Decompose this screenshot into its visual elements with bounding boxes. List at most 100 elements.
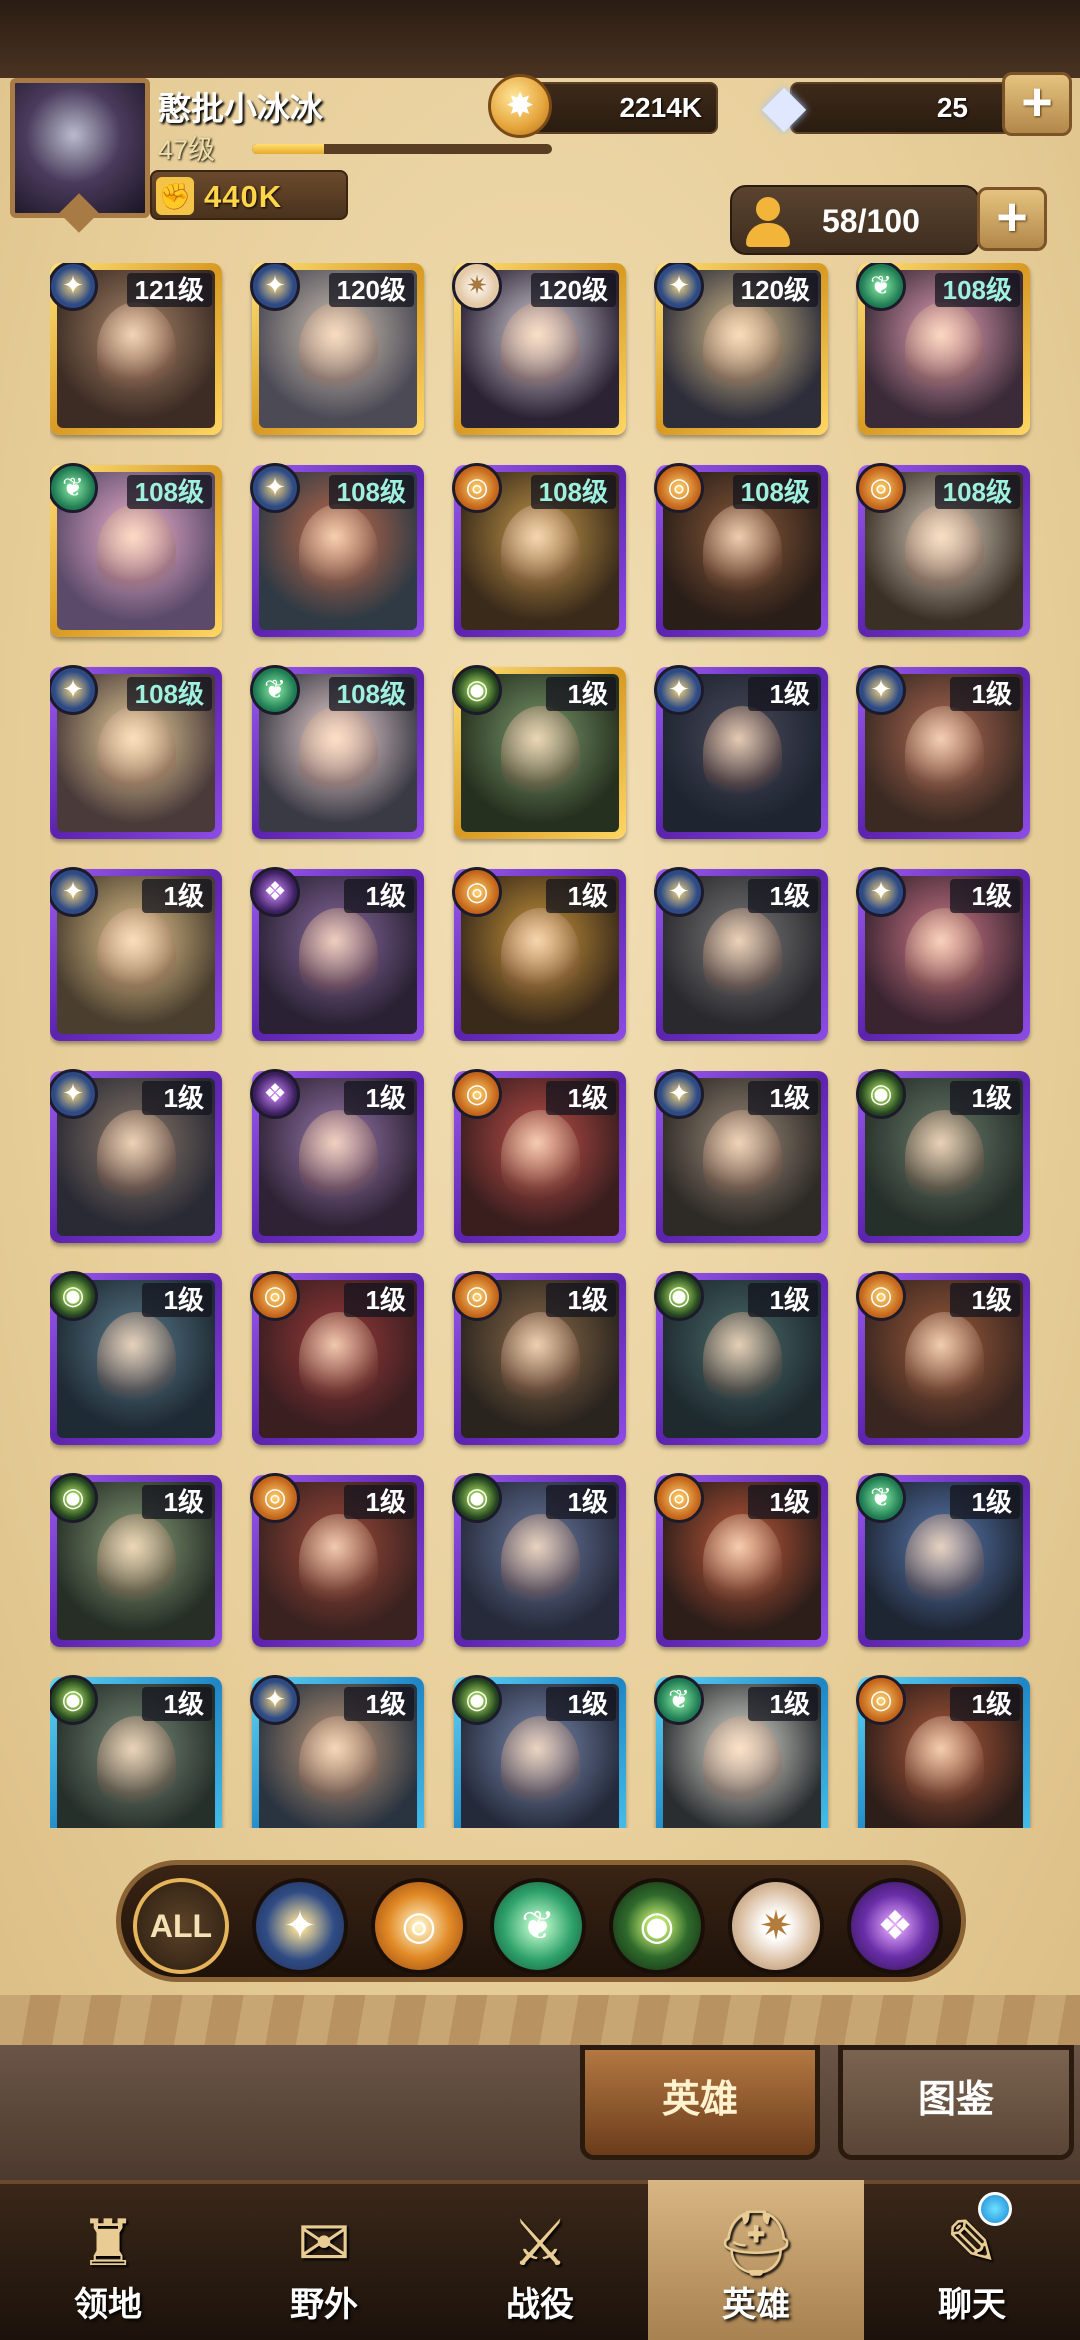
hero-card[interactable]: ❖ 1级: [250, 1069, 424, 1243]
hero-card[interactable]: ◉ 1级: [50, 1473, 222, 1647]
mauler-icon: ❖: [250, 1069, 300, 1119]
filter-graveborn-icon[interactable]: ◉: [609, 1878, 705, 1974]
lightbearer-icon: ◎: [452, 463, 502, 513]
hero-card[interactable]: ◎ 108级: [856, 463, 1030, 637]
filter-lightbearer-star-icon[interactable]: ✦: [252, 1878, 348, 1974]
hero-card[interactable]: ✦ 1级: [856, 867, 1030, 1041]
hero-card[interactable]: ✦ 120级: [250, 263, 424, 435]
tab-heroes[interactable]: 英雄: [580, 2045, 820, 2160]
player-name: 憨批小冰冰: [158, 90, 323, 127]
hero-level: 1级: [748, 1283, 818, 1317]
lightbearer-star-icon: ✦: [856, 665, 906, 715]
hero-card[interactable]: ◉ 1级: [452, 1675, 626, 1828]
nav-wilds[interactable]: ✉ 野外: [216, 2180, 432, 2340]
hero-card[interactable]: ◉ 1级: [50, 1271, 222, 1445]
hero-level: 1级: [748, 677, 818, 711]
hero-level: 1级: [950, 1687, 1020, 1721]
hero-card[interactable]: ❦ 1级: [856, 1473, 1030, 1647]
lightbearer-star-icon: ✦: [250, 463, 300, 513]
graveborn-icon: ◉: [654, 1271, 704, 1321]
graveborn-icon: ◉: [50, 1675, 98, 1725]
diamond-icon: ◆: [761, 73, 807, 138]
hero-card[interactable]: ✦ 1级: [50, 1069, 222, 1243]
hero-card[interactable]: ✦ 1级: [856, 665, 1030, 839]
hero-card[interactable]: ❦ 108级: [856, 263, 1030, 435]
hero-card[interactable]: ◉ 1级: [452, 1473, 626, 1647]
hero-card[interactable]: ◎ 1级: [250, 1473, 424, 1647]
person-icon: [744, 197, 792, 247]
lightbearer-icon: ◎: [452, 1271, 502, 1321]
hero-card[interactable]: ◎ 108级: [452, 463, 626, 637]
nav-territory-label: 领地: [74, 2286, 142, 2324]
graveborn-icon: ◉: [452, 1675, 502, 1725]
tab-archive[interactable]: 图鉴: [838, 2045, 1074, 2160]
player-avatar[interactable]: [10, 78, 150, 218]
hero-card[interactable]: ◎ 1级: [250, 1271, 424, 1445]
hero-card[interactable]: ◎ 1级: [856, 1675, 1030, 1828]
hero-card[interactable]: ✦ 121级: [50, 263, 222, 435]
nav-heroes-label: 英雄: [722, 2286, 790, 2324]
hero-card[interactable]: ✦ 1级: [654, 867, 828, 1041]
hero-card[interactable]: ❖ 1级: [250, 867, 424, 1041]
filter-mauler-icon[interactable]: ❖: [847, 1878, 943, 1974]
hero-card[interactable]: ◎ 1级: [452, 1271, 626, 1445]
hero-card[interactable]: ❦ 108级: [250, 665, 424, 839]
roster-value: 58/100: [822, 203, 920, 239]
hero-level: 108级: [126, 677, 212, 711]
hero-level: 120级: [530, 273, 616, 307]
hero-card[interactable]: ◉ 1级: [452, 665, 626, 839]
helmet-icon: ⛑: [715, 2207, 797, 2279]
hero-card[interactable]: ◉ 1级: [654, 1271, 828, 1445]
fist-icon: ✊: [156, 177, 194, 215]
hero-card[interactable]: ◎ 108级: [654, 463, 828, 637]
hero-card[interactable]: ✦ 108级: [50, 665, 222, 839]
hero-card[interactable]: ◎ 1级: [856, 1271, 1030, 1445]
hero-level: 1级: [142, 879, 212, 913]
hero-level: 108级: [934, 273, 1020, 307]
hero-card[interactable]: ◉ 1级: [50, 1675, 222, 1828]
lightbearer-icon: ◎: [452, 1069, 502, 1119]
filter-lightbearer-icon[interactable]: ◎: [371, 1878, 467, 1974]
hero-card[interactable]: ✦ 1级: [250, 1675, 424, 1828]
nav-heroes[interactable]: ⛑ 英雄: [648, 2180, 864, 2340]
filter-celestial-icon[interactable]: ✷: [728, 1878, 824, 1974]
hero-card[interactable]: ✦ 108级: [250, 463, 424, 637]
graveborn-icon: ◉: [452, 665, 502, 715]
hero-card[interactable]: ✦ 1级: [654, 665, 828, 839]
xp-bar-fill: [252, 144, 324, 154]
filter-wilder-icon[interactable]: ❦: [490, 1878, 586, 1974]
lightbearer-star-icon: ✦: [50, 1069, 98, 1119]
expand-roster-button[interactable]: +: [977, 187, 1047, 251]
hero-card[interactable]: ◎ 1级: [452, 1069, 626, 1243]
filter-all-button[interactable]: ALL: [133, 1878, 229, 1974]
hero-card[interactable]: ✷ 120级: [452, 263, 626, 435]
lightbearer-icon: ◎: [856, 463, 906, 513]
hero-level: 1级: [546, 1283, 616, 1317]
hero-card[interactable]: ❦ 1级: [654, 1675, 828, 1828]
nav-territory[interactable]: ♜ 领地: [0, 2180, 216, 2340]
hero-level: 1级: [950, 677, 1020, 711]
xp-bar: [252, 144, 552, 154]
hero-level: 1级: [546, 1687, 616, 1721]
add-gems-button[interactable]: +: [1002, 72, 1072, 136]
notification-dot: [978, 2192, 1012, 2226]
nav-campaign[interactable]: ⚔ 战役: [432, 2180, 648, 2340]
hero-card[interactable]: ◎ 1级: [452, 867, 626, 1041]
hero-card[interactable]: ✦ 120级: [654, 263, 828, 435]
hero-card[interactable]: ❦ 108级: [50, 463, 222, 637]
top-bar: [0, 0, 1080, 78]
hero-level: 108级: [328, 475, 414, 509]
lightbearer-star-icon: ✦: [654, 867, 704, 917]
nav-chat[interactable]: ✎ 聊天: [864, 2180, 1080, 2340]
hero-card[interactable]: ◎ 1级: [654, 1473, 828, 1647]
hero-card[interactable]: ✦ 1级: [654, 1069, 828, 1243]
hero-level: 120级: [328, 273, 414, 307]
celestial-icon: ✷: [452, 263, 502, 311]
parchment-edge: [0, 1995, 1080, 2045]
hero-level: 108级: [530, 475, 616, 509]
hero-card[interactable]: ✦ 1级: [50, 867, 222, 1041]
castle-icon: ♜: [79, 2207, 137, 2279]
lightbearer-icon: ◎: [654, 1473, 704, 1523]
hero-card[interactable]: ◉ 1级: [856, 1069, 1030, 1243]
lightbearer-star-icon: ✦: [50, 867, 98, 917]
